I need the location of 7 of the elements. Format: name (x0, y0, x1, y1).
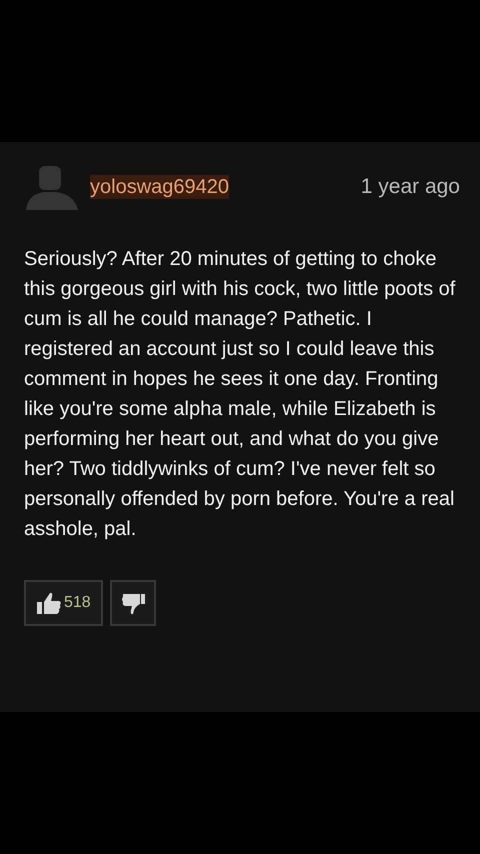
username-link[interactable]: yoloswag69420 (90, 175, 229, 199)
comment-text: Seriously? After 20 minutes of getting to choke this gorgeous girl with his cock, two little poots of cum is all he could manage? Pathetic. I registered an account just so I could leave this comment in hopes he sees it one day. Fronting like you're some alpha male, while Elizabeth is performing her heart out, and what do you give her? Two tiddlywinks of cum? I've never felt so personally offended by porn before. You're a real asshole, pal. (24, 247, 456, 542)
avatar-icon (24, 164, 80, 210)
thumbs-up-icon (36, 590, 62, 616)
timestamp: 1 year ago (360, 174, 460, 200)
dislike-button[interactable] (110, 580, 156, 626)
like-button[interactable]: 518 (24, 580, 103, 626)
